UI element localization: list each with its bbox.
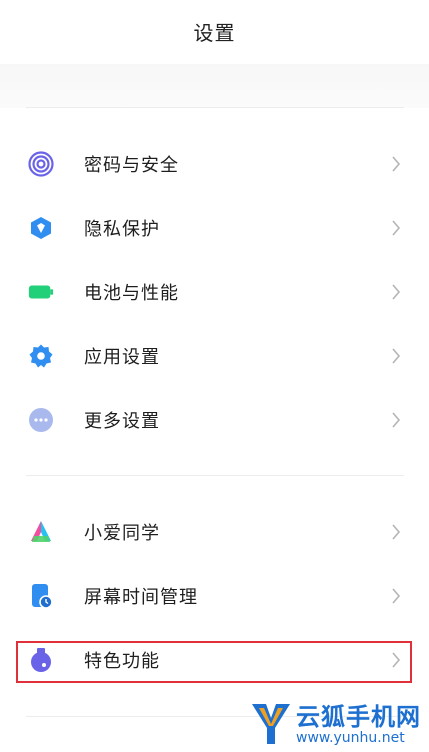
- xiaoai-icon: [28, 519, 54, 545]
- row-label: 小爱同学: [84, 523, 160, 544]
- chevron-right-icon: [389, 523, 403, 541]
- row-label: 密码与安全: [84, 155, 179, 176]
- row-battery[interactable]: 电池与性能: [0, 260, 429, 324]
- screen-time-icon: [28, 583, 54, 609]
- row-app-settings[interactable]: 应用设置: [0, 324, 429, 388]
- chevron-right-icon: [389, 587, 403, 605]
- row-label: 屏幕时间管理: [84, 587, 198, 608]
- more-dots-icon: [28, 407, 54, 433]
- fox-logo-icon: [252, 704, 290, 744]
- divider: [26, 475, 404, 476]
- row-more-settings[interactable]: 更多设置: [0, 388, 429, 452]
- chevron-right-icon: [389, 411, 403, 429]
- chevron-right-icon: [389, 347, 403, 365]
- row-privacy[interactable]: 隐私保护: [0, 196, 429, 260]
- gear-icon: [28, 343, 54, 369]
- row-password-security[interactable]: 密码与安全: [0, 132, 429, 196]
- app-header: 设置: [0, 0, 429, 64]
- privacy-shield-icon: [28, 215, 54, 241]
- row-screen-time[interactable]: 屏幕时间管理: [0, 564, 429, 628]
- watermark-url: www.yunhu.net: [296, 730, 405, 746]
- battery-icon: [28, 279, 54, 305]
- watermark: 云狐手机网 www.yunhu.net: [250, 702, 421, 746]
- row-label: 更多设置: [84, 411, 160, 432]
- divider: [26, 107, 404, 108]
- watermark-text: 云狐手机网: [296, 703, 421, 731]
- row-label: 隐私保护: [84, 219, 160, 240]
- fingerprint-icon: [28, 151, 54, 177]
- highlight-box: [16, 641, 412, 683]
- chevron-right-icon: [389, 283, 403, 301]
- row-label: 电池与性能: [84, 283, 179, 304]
- row-label: 应用设置: [84, 347, 160, 368]
- chevron-right-icon: [389, 219, 403, 237]
- row-xiaoai[interactable]: 小爱同学: [0, 500, 429, 564]
- header-shadow: [0, 64, 429, 108]
- chevron-right-icon: [389, 155, 403, 173]
- page-title: 设置: [193, 20, 236, 45]
